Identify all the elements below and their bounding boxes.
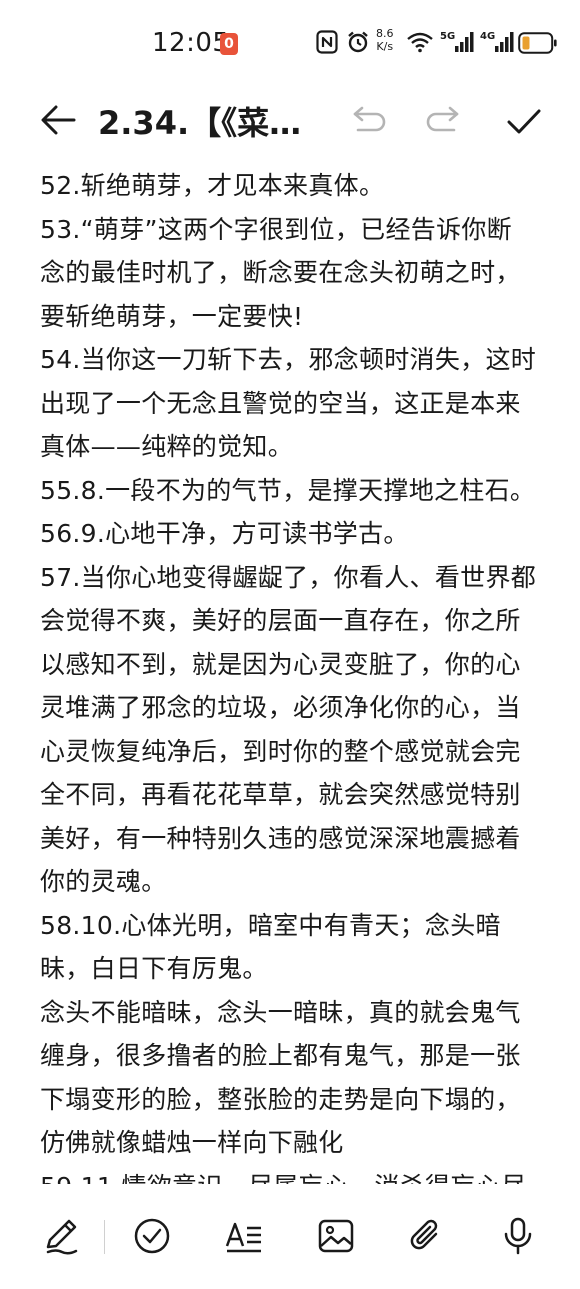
signal-4g-label: 4G [480, 31, 495, 42]
checkmark-icon [507, 109, 541, 134]
note-line: 你的灵魂。 [40, 867, 167, 896]
checklist-button[interactable] [132, 1216, 172, 1256]
note-line: 58.10.心体光明，暗室中有青天；念头暗 [40, 910, 501, 940]
note-line: 念的最佳时机了，断念要在念头初萌之时， [40, 258, 521, 287]
toolbar-divider [104, 1220, 105, 1254]
net-speed-value: 8.6 [376, 27, 394, 40]
paperclip-icon [410, 1219, 438, 1250]
wifi-icon [406, 31, 434, 57]
note-line: 念头不能暗昧，念头一暗昧，真的就会鬼气 [40, 997, 521, 1027]
status-bar: 12:05 0 8.6 K/s 5G 4G [0, 0, 580, 86]
note-line: 55.8.一段不为的气节，是撑天撑地之柱石。 [40, 475, 536, 505]
redo-button[interactable] [424, 104, 462, 140]
note-line: 会觉得不爽，美好的层面一直存在，你之所 [40, 606, 521, 635]
bottom-toolbar [0, 1190, 580, 1289]
text-format-button[interactable] [224, 1216, 264, 1256]
voice-input-button[interactable] [498, 1216, 538, 1256]
note-line: 美好，有一种特别久违的感觉深深地震撼着 [40, 823, 521, 853]
handwriting-button[interactable] [42, 1216, 82, 1256]
net-speed: 8.6 K/s [376, 27, 394, 53]
note-line: 56.9.心地干净，方可读书学古。 [40, 519, 409, 548]
done-button[interactable] [504, 102, 544, 142]
note-line: 出现了一个无念且警觉的空当，这正是本来 [40, 388, 521, 418]
screen: 12:05 0 8.6 K/s 5G 4G 2.34.【《菜… 52.斩绝萌芽，… [0, 0, 580, 1289]
note-line: 全不同，再看花花草草，就会突然感觉特别 [40, 780, 521, 809]
note-line: 53.“萌芽”这两个字很到位，已经告诉你断 [40, 214, 512, 244]
undo-icon [353, 106, 386, 132]
note-line: 54.当你这一刀斩下去，邪念顿时消失，这时 [40, 345, 537, 374]
note-line: 仿佛就像蜡烛一样向下融化 [40, 1128, 344, 1157]
insert-image-button[interactable] [316, 1216, 356, 1256]
alarm-icon [346, 30, 370, 58]
note-line: 以感知不到，就是因为心灵变脏了，你的心 [40, 649, 521, 679]
note-line: 要斩绝萌芽，一定要快! [40, 301, 304, 331]
note-line: 昧，白日下有厉鬼。 [40, 954, 268, 983]
image-icon [318, 1219, 354, 1253]
battery-icon [518, 32, 558, 58]
text-format-icon [225, 1222, 261, 1253]
back-arrow-icon [41, 105, 76, 135]
signal-5g-icon: 5G [440, 28, 476, 60]
signal-4g-icon: 4G [480, 28, 516, 60]
checkbox-circle-icon [134, 1218, 170, 1254]
signal-5g-label: 5G [440, 31, 455, 42]
title-bar: 2.34.【《菜… [0, 86, 580, 156]
pen-icon [46, 1219, 78, 1255]
notification-badge: 0 [220, 33, 238, 55]
microphone-icon [504, 1217, 532, 1255]
note-line: 灵堆满了邪念的垃圾，必须净化你的心，当 [40, 693, 521, 722]
note-line: 52.斩绝萌芽，才见本来真体。 [40, 171, 385, 200]
note-line: 真体——纯粹的觉知。 [40, 432, 294, 461]
note-line: 下塌变形的脸，整张脸的走势是向下塌的， [40, 1084, 521, 1114]
battery-level [522, 36, 530, 50]
net-speed-unit: K/s [376, 40, 394, 53]
status-time: 12:05 [152, 28, 230, 58]
note-line: 心灵恢复纯净后，到时你的整个感觉就会完 [40, 736, 521, 766]
note-editor[interactable]: 52.斩绝萌芽，才见本来真体。 53.“萌芽”这两个字很到位，已经告诉你断 念的最佳… [40, 164, 545, 1184]
attachment-button[interactable] [406, 1216, 446, 1256]
redo-icon [426, 106, 459, 132]
document-title: 2.34.【《菜… [98, 104, 302, 142]
nfc-icon [316, 30, 338, 58]
note-line: 缠身，很多撸者的脸上都有鬼气，那是一张 [40, 1041, 521, 1070]
note-body: 52.斩绝萌芽，才见本来真体。 53.“萌芽”这两个字很到位，已经告诉你断 念的最佳… [40, 164, 545, 1184]
note-line: 59.11.情欲意识，尽属妄心，消杀得妄心尽 [40, 1165, 545, 1185]
note-line: 57.当你心地变得龌龊了，你看人、看世界都 [40, 562, 537, 592]
back-button[interactable] [38, 100, 78, 140]
undo-button[interactable] [350, 104, 388, 140]
